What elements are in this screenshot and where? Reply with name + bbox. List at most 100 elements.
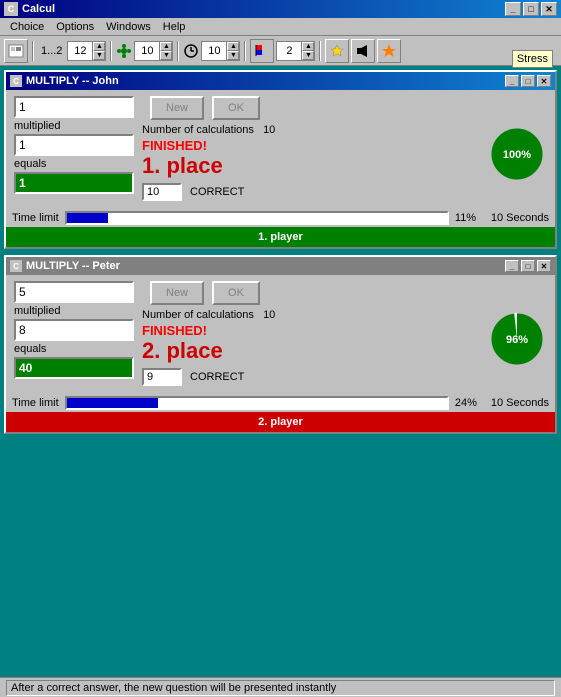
window-peter-left: multiplied equals [14,281,134,386]
window-john-field1[interactable] [14,96,134,118]
page-indicator: 1...2 [38,45,65,57]
window-john-ok-btn[interactable]: OK [212,96,260,120]
window-john-pie-label: 100% [503,149,531,161]
spinner-3-up[interactable]: ▲ [227,42,239,51]
window-john-correct-row: CORRECT [142,183,479,201]
window-peter-place: 2. place [142,338,479,364]
main-area: C MULTIPLY -- John _ □ ✕ multiplied equa… [0,66,561,444]
window-john-label2: equals [14,156,134,172]
toolbar-icon-medal[interactable] [325,39,349,63]
window-john-field2[interactable] [14,134,134,156]
window-peter-right-top: Number of calculations 10 FINISHED! 2. p… [142,309,547,386]
window-john-time-label: Time limit [12,212,59,224]
window-john-title-text: MULTIPLY -- John [26,75,119,87]
spinner-3-down[interactable]: ▼ [227,51,239,60]
spinner-1-arrows[interactable]: ▲ ▼ [92,42,105,60]
window-john-progress [65,211,449,225]
spinner-1[interactable]: 12 ▲ ▼ [67,41,106,61]
menu-windows[interactable]: Windows [100,20,157,34]
window-peter-pie: 96% [487,309,547,369]
window-peter-close[interactable]: ✕ [537,260,551,272]
spinner-1-down[interactable]: ▼ [93,51,105,60]
window-john-correct-label: CORRECT [190,186,244,198]
window-john-maximize[interactable]: □ [521,75,535,87]
window-john-controls: _ □ ✕ [505,75,551,87]
spinner-4[interactable]: 2 ▲ ▼ [276,41,315,61]
window-peter-field3[interactable] [14,357,134,379]
icon-flag [250,39,274,63]
window-john-right-top: Number of calculations 10 FINISHED! 1. p… [142,124,547,201]
menu-options[interactable]: Options [50,20,100,34]
window-john-new-btn[interactable]: New [150,96,204,120]
close-btn[interactable]: ✕ [541,2,557,16]
window-peter-pct: 24% [455,397,485,409]
spinner-2-down[interactable]: ▼ [160,51,172,60]
window-peter-minimize[interactable]: _ [505,260,519,272]
window-peter-icon: C [10,260,22,272]
window-peter-controls: _ □ ✕ [505,260,551,272]
toolbar-sep-4 [244,41,246,61]
app-title: Calcul [22,3,55,15]
window-peter-new-btn[interactable]: New [150,281,204,305]
window-john-num-calc: Number of calculations 10 [142,124,479,136]
window-peter-time-row: Time limit 24% 10 Seconds [6,392,555,412]
spinner-1-up[interactable]: ▲ [93,42,105,51]
spinner-3-val: 10 [202,45,226,57]
window-john-close[interactable]: ✕ [537,75,551,87]
spinner-4-down[interactable]: ▼ [302,51,314,60]
app-title-bar: C Calcul _ □ ✕ [0,0,561,18]
icon-clock [183,43,199,59]
window-john-place: 1. place [142,153,479,179]
menu-help[interactable]: Help [157,20,192,34]
window-john-icon: C [10,75,22,87]
maximize-btn[interactable]: □ [523,2,539,16]
window-peter-finished: FINISHED! [142,323,479,338]
window-peter-progress [65,396,449,410]
spinner-2[interactable]: 10 ▲ ▼ [134,41,173,61]
window-peter-label1: multiplied [14,303,134,319]
window-peter-title-text: MULTIPLY -- Peter [26,260,120,272]
window-john-minimize[interactable]: _ [505,75,519,87]
window-john-player-bar: 1. player [6,227,555,247]
window-john-title: C MULTIPLY -- John _ □ ✕ [6,72,555,90]
window-peter-progress-fill [67,398,158,408]
toolbar: 1...2 12 ▲ ▼ 10 ▲ ▼ 10 ▲ ▼ [0,36,561,66]
window-peter-num-calc: Number of calculations 10 [142,309,479,321]
status-bar: After a correct answer, the new question… [0,677,561,697]
status-text: After a correct answer, the new question… [6,680,555,696]
window-peter-field1[interactable] [14,281,134,303]
minimize-btn[interactable]: _ [505,2,521,16]
spinner-4-up[interactable]: ▲ [302,42,314,51]
window-john-field3[interactable] [14,172,134,194]
title-bar-controls: _ □ ✕ [505,2,557,16]
spinner-2-arrows[interactable]: ▲ ▼ [159,42,172,60]
spinner-1-val: 12 [68,45,92,57]
window-john-seconds: 10 Seconds [491,212,549,224]
spinner-3[interactable]: 10 ▲ ▼ [201,41,240,61]
spinner-4-val: 2 [277,45,301,57]
window-peter-body: multiplied equals New OK Number of calcu… [6,275,555,392]
window-john-buttons: New OK [150,96,547,120]
spinner-4-arrows[interactable]: ▲ ▼ [301,42,314,60]
window-john: C MULTIPLY -- John _ □ ✕ multiplied equa… [4,70,557,249]
window-peter-correct-label: CORRECT [190,371,244,383]
window-peter-correct-val[interactable] [142,368,182,386]
window-peter-label2: equals [14,341,134,357]
window-peter-maximize[interactable]: □ [521,260,535,272]
window-peter-seconds: 10 Seconds [491,397,549,409]
toolbar-sep-3 [177,41,179,61]
stress-tooltip: Stress [512,50,553,68]
menu-choice[interactable]: Choice [4,20,50,34]
toolbar-icon-star[interactable] [377,39,401,63]
spinner-3-arrows[interactable]: ▲ ▼ [226,42,239,60]
window-john-time-row: Time limit 11% 10 Seconds [6,207,555,227]
window-peter-field2[interactable] [14,319,134,341]
toolbar-icon-speaker[interactable] [351,39,375,63]
window-peter-ok-btn[interactable]: OK [212,281,260,305]
toolbar-btn-1[interactable] [4,39,28,63]
icon-flower [116,43,132,59]
window-john-right: New OK Number of calculations 10 FINISHE… [142,96,547,201]
window-john-correct-val[interactable] [142,183,182,201]
window-john-finished: FINISHED! [142,138,479,153]
spinner-2-up[interactable]: ▲ [160,42,172,51]
